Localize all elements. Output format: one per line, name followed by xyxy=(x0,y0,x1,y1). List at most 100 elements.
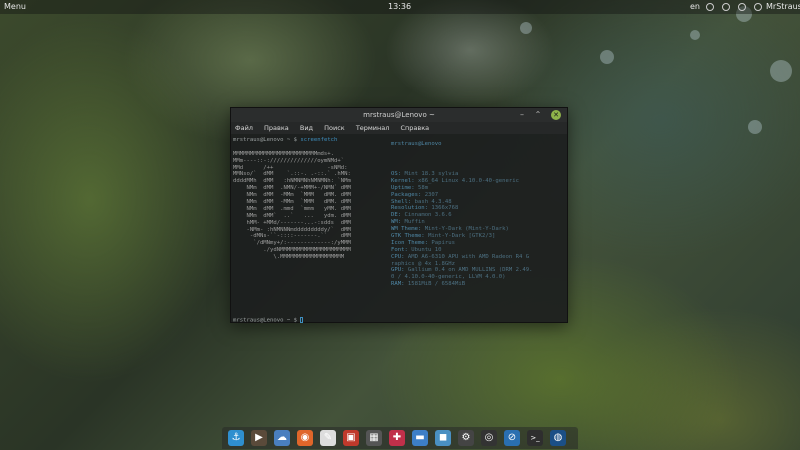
blocked-icon[interactable]: ⊘ xyxy=(504,430,520,446)
system-info-value: 2307 xyxy=(424,191,439,198)
system-info-value: 1366x768 xyxy=(431,205,459,212)
bokeh-dot xyxy=(690,30,700,40)
system-info-key: WM: xyxy=(391,219,402,226)
system-info-row: RAM: 1581MiB / 6584MiB xyxy=(391,281,532,288)
terminal-window[interactable]: mrstraus@Lenovo ~ – ⌃ ✕ Файл Правка Вид … xyxy=(230,107,568,325)
system-info-row: 0 / 4.10.0-40-generic, LLVM 4.0.0) xyxy=(391,274,532,281)
files-icon[interactable]: ▬ xyxy=(412,430,428,446)
media-player-icon[interactable]: ▶ xyxy=(251,430,267,446)
menu-terminal[interactable]: Терминал xyxy=(356,124,390,132)
system-info-key: RAM: xyxy=(391,281,405,288)
system-info-row: Packages: 2307 xyxy=(391,192,532,199)
system-info-value: Mint-Y-Dark [GTK2/3] xyxy=(428,233,496,240)
terminal-menubar: Файл Правка Вид Поиск Терминал Справка xyxy=(231,122,567,134)
system-info-key: Font: xyxy=(391,246,408,253)
system-info-value: bash 4.3.48 xyxy=(414,198,452,205)
power-icon[interactable] xyxy=(738,3,746,11)
system-info-value: Ubuntu 10 xyxy=(411,246,442,253)
steam-icon[interactable]: ◍ xyxy=(550,430,566,446)
terminal-output[interactable]: mrstraus@Lenovo ~ $ screenfetch MMMMMMMM… xyxy=(231,134,567,325)
system-info-key: CPU: xyxy=(391,253,405,260)
dock-panel: ⚓ ▶ ☁ ◉ ✎ ▣ ▦ ✚ ▬ ◼ ⚙ ◎ ⊘ >_ ◍ xyxy=(222,427,578,449)
system-info-row: raphics @ 4x 1.8GHz xyxy=(391,261,532,268)
goggles-icon[interactable]: ◎ xyxy=(481,430,497,446)
command-text: screenfetch xyxy=(300,137,338,143)
weather-icon[interactable]: ☁ xyxy=(274,430,290,446)
terminal-icon[interactable]: >_ xyxy=(527,430,543,446)
user-icon[interactable] xyxy=(754,3,762,11)
close-icon[interactable]: ✕ xyxy=(551,110,561,120)
system-info-value: Muffin xyxy=(404,219,425,226)
system-info-key: Icon Theme: xyxy=(391,239,429,246)
image-viewer-icon[interactable]: ▣ xyxy=(343,430,359,446)
system-info-key: DE: xyxy=(391,212,402,219)
software-store-icon[interactable]: ◼ xyxy=(435,430,451,446)
system-info-value: Cinnamon 3.6.6 xyxy=(404,212,452,219)
clock[interactable]: 13:36 xyxy=(388,0,411,14)
text-cursor xyxy=(300,317,304,323)
system-info-key: Kernel: xyxy=(391,177,415,184)
system-info-row: Kernel: x86_64 Linux 4.10.0-40-generic xyxy=(391,178,532,185)
prompt: mrstraus@Lenovo ~ $ xyxy=(233,137,297,143)
system-info-row: DE: Cinnamon 3.6.6 xyxy=(391,212,532,219)
firefox-icon[interactable]: ◉ xyxy=(297,430,313,446)
menu-search[interactable]: Поиск xyxy=(324,124,345,132)
calculator-icon[interactable]: ▦ xyxy=(366,430,382,446)
user-name[interactable]: MrStraus xyxy=(766,0,800,14)
ascii-logo-line: MMm----::-://////////////oymNMd+` xyxy=(233,157,345,164)
system-info-value: AMD A6-6310 APU with AMD Radeon R4 G xyxy=(407,253,530,260)
system-info-row: Uptime: 58m xyxy=(391,185,532,192)
menu-button[interactable]: Menu xyxy=(4,0,26,14)
system-info-value: Mint-Y-Dark (Mint-Y-Dark) xyxy=(424,226,509,233)
system-info-key: Shell: xyxy=(391,198,412,205)
game-icon[interactable]: ✚ xyxy=(389,430,405,446)
system-info-row: Icon Theme: Papirus xyxy=(391,240,532,247)
system-info-value: x86_64 Linux 4.10.0-40-generic xyxy=(417,177,519,184)
menu-help[interactable]: Справка xyxy=(401,124,430,132)
menu-edit[interactable]: Правка xyxy=(264,124,289,132)
prompt: mrstraus@Lenovo ~ $ xyxy=(233,317,297,324)
system-info-row: WM: Muffin xyxy=(391,219,532,226)
prompt-line: mrstraus@Lenovo ~ $ xyxy=(233,317,304,324)
user-host: mrstraus@Lenovo xyxy=(391,141,442,147)
window-titlebar[interactable]: mrstraus@Lenovo ~ – ⌃ ✕ xyxy=(231,108,567,122)
keyboard-layout-indicator[interactable]: en xyxy=(690,0,700,14)
system-info: mrstraus@Lenovo OS: Mint 18.3 sylvia Kern… xyxy=(391,141,532,288)
window-title: mrstraus@Lenovo ~ xyxy=(363,111,435,119)
system-info-key: OS: xyxy=(391,171,402,177)
settings-icon[interactable]: ⚙ xyxy=(458,430,474,446)
system-info-key: WM Theme: xyxy=(391,226,422,233)
system-info-value: 0 / 4.10.0-40-generic, LLVM 4.0.0) xyxy=(391,274,506,281)
bokeh-dot xyxy=(520,22,532,34)
system-info-row: GPU: Gallium 0.4 on AMD MULLINS (DRM 2.4… xyxy=(391,267,532,274)
text-editor-icon[interactable]: ✎ xyxy=(320,430,336,446)
maximize-icon[interactable]: ⌃ xyxy=(533,110,543,120)
system-info-row: OS: Mint 18.3 sylvia xyxy=(391,171,532,178)
menu-view[interactable]: Вид xyxy=(300,124,313,132)
system-info-row: Resolution: 1366x768 xyxy=(391,205,532,212)
system-info-value: Papirus xyxy=(431,239,455,246)
volume-icon[interactable] xyxy=(722,3,730,11)
system-info-row: CPU: AMD A6-6310 APU with AMD Radeon R4 … xyxy=(391,254,532,261)
system-info-value: Mint 18.3 sylvia xyxy=(404,171,459,177)
ascii-logo-line: MMMMMMMMMMMMMMMMMMMMMMMMMmds+. xyxy=(233,150,335,157)
anchor-icon[interactable]: ⚓ xyxy=(228,430,244,446)
system-info-row: Shell: bash 4.3.48 xyxy=(391,199,532,206)
top-panel: Menu 13:36 en MrStraus xyxy=(0,0,800,14)
system-info-value: 1581MiB / 6584MiB xyxy=(407,281,466,288)
menu-file[interactable]: Файл xyxy=(235,124,253,132)
system-info-row: WM Theme: Mint-Y-Dark (Mint-Y-Dark) xyxy=(391,226,532,233)
system-info-row: Font: Ubuntu 10 xyxy=(391,247,532,254)
system-info-value: Gallium 0.4 on AMD MULLINS (DRM 2.49. xyxy=(407,267,533,274)
minimize-icon[interactable]: – xyxy=(517,110,527,120)
bokeh-dot xyxy=(748,120,762,134)
system-info-key: Packages: xyxy=(391,191,422,198)
system-info-row: GTK Theme: Mint-Y-Dark [GTK2/3] xyxy=(391,233,532,240)
bokeh-dot xyxy=(600,50,614,64)
system-info-key: Resolution: xyxy=(391,205,429,212)
network-icon[interactable] xyxy=(706,3,714,11)
system-info-value: raphics @ 4x 1.8GHz xyxy=(391,260,455,267)
system-info-key: GTK Theme: xyxy=(391,233,425,240)
bokeh-dot xyxy=(770,60,792,82)
system-info-key: Uptime: xyxy=(391,184,415,191)
